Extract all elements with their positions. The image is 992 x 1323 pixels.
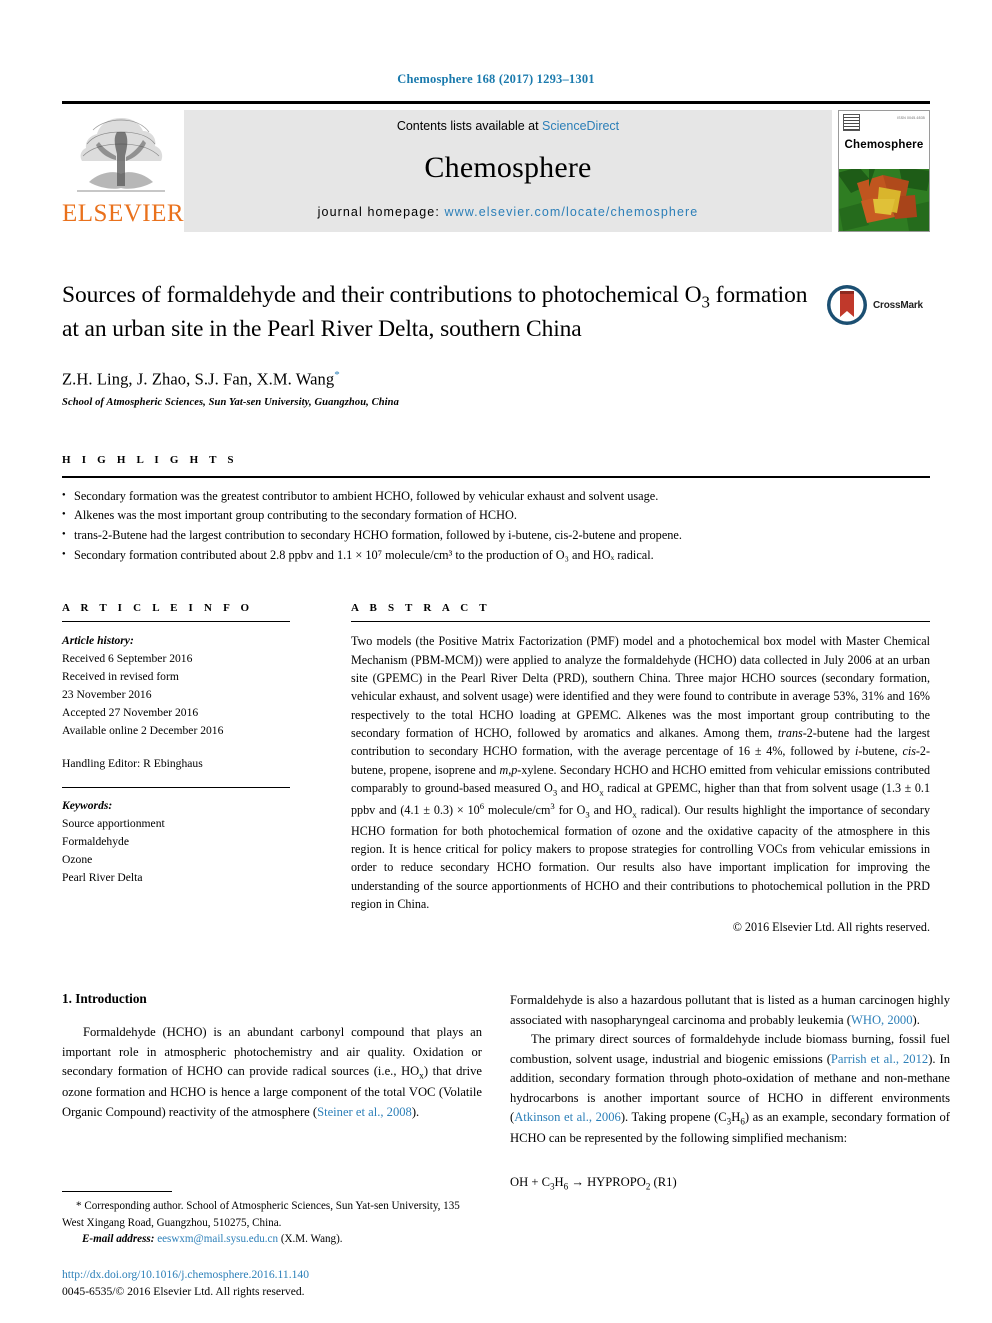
title-block: Sources of formaldehyde and their contri… — [62, 280, 930, 408]
history-line: Accepted 27 November 2016 — [62, 706, 199, 720]
cover-leaves-icon — [839, 169, 929, 231]
body-columns: 1. Introduction Formaldehyde (HCHO) is a… — [62, 991, 950, 1191]
intro-paragraph-1: Formaldehyde (HCHO) is an abundant carbo… — [62, 1025, 482, 1119]
elsevier-tree-icon — [77, 118, 165, 192]
keywords-block: Keywords: Source apportionment Formaldeh… — [62, 797, 307, 887]
running-head: Chemosphere 168 (2017) 1293–1301 — [397, 72, 595, 86]
article-info-rule — [62, 621, 290, 623]
cover-brand-icon — [843, 114, 860, 131]
crossmark-badge[interactable]: CrossMark — [825, 282, 930, 328]
highlights-rule — [62, 475, 930, 478]
highlight-item: Secondary formation was the greatest con… — [62, 487, 930, 507]
corresponding-author-note: * Corresponding author. School of Atmosp… — [62, 1198, 482, 1231]
contents-line: Contents lists available at ScienceDirec… — [184, 110, 832, 133]
email-note: E-mail address: eeswxm@mail.sysu.edu.cn … — [62, 1231, 482, 1247]
title-subscript: 3 — [701, 292, 710, 312]
cover-header: ISSN 0045-6535 — [839, 111, 929, 137]
page-title: Sources of formaldehyde and their contri… — [62, 280, 930, 345]
abstract-copyright: © 2016 Elsevier Ltd. All rights reserved… — [732, 920, 930, 935]
corresponding-author-text: * Corresponding author. School of Atmosp… — [62, 1200, 460, 1229]
crossmark-icon — [827, 285, 867, 325]
article-history: Article history: Received 6 September 20… — [62, 632, 307, 773]
citation-steiner[interactable]: Steiner et al., 2008 — [317, 1105, 412, 1119]
abstract-column: A B S T R A C T Two models (the Positive… — [307, 602, 930, 935]
title-line-1: Sources of formaldehyde and their contri… — [62, 282, 702, 308]
doi-link[interactable]: http://dx.doi.org/10.1016/j.chemosphere.… — [62, 1268, 309, 1281]
keywords-label: Keywords: — [62, 798, 113, 812]
highlight-text: Secondary formation was the greatest con… — [74, 488, 659, 503]
highlight-item: Alkenes was the most important group con… — [62, 506, 930, 526]
homepage-label: journal homepage: — [317, 205, 445, 219]
doi-block: http://dx.doi.org/10.1016/j.chemosphere.… — [62, 1267, 482, 1301]
email-suffix: (X.M. Wang). — [280, 1233, 343, 1245]
cover-journal-name: Chemosphere — [844, 139, 924, 151]
body-column-right: Formaldehyde is also a hazardous polluta… — [510, 991, 950, 1191]
history-line: Received in revised form — [62, 670, 179, 684]
section-heading-introduction: 1. Introduction — [62, 991, 147, 1007]
citation-who[interactable]: WHO, 2000 — [851, 1013, 913, 1027]
journal-cover-thumbnail: ISSN 0045-6535 Chemosphere — [838, 110, 930, 232]
journal-banner: Contents lists available at ScienceDirec… — [184, 110, 832, 232]
highlight-text: trans-2-Butene had the largest contribut… — [74, 528, 682, 543]
body-column-left: 1. Introduction Formaldehyde (HCHO) is a… — [62, 991, 482, 1191]
intro-paragraph-2: Formaldehyde is also a hazardous polluta… — [510, 993, 950, 1027]
affiliation: School of Atmospheric Sciences, Sun Yat-… — [62, 396, 399, 408]
abstract-heading: A B S T R A C T — [351, 602, 491, 615]
citation-atkinson[interactable]: Atkinson et al., 2006 — [514, 1110, 621, 1124]
highlights-heading: H I G H L I G H T S — [62, 453, 238, 466]
history-line: Available online 2 December 2016 — [62, 724, 224, 737]
journal-masthead: ELSEVIER Contents lists available at Sci… — [62, 101, 930, 232]
abstract-rule — [351, 621, 930, 623]
cover-artwork — [839, 169, 929, 231]
crossmark-label: CrossMark — [873, 299, 923, 311]
history-line: 23 November 2016 — [62, 688, 152, 702]
handling-editor: Handling Editor: R Ebinghaus — [62, 756, 203, 770]
reaction-r1: OH + C3H6 → HYPROPO2 (R1) — [510, 1174, 677, 1192]
footnote-rule — [62, 1191, 172, 1193]
contents-prefix: Contents lists available at — [396, 119, 543, 133]
elsevier-wordmark: ELSEVIER — [62, 200, 185, 227]
article-info-heading: A R T I C L E I N F O — [62, 602, 254, 615]
cover-issn: ISSN 0045-6535 — [897, 116, 925, 120]
issn-copyright-line: 0045-6535/© 2016 Elsevier Ltd. All right… — [62, 1285, 305, 1299]
article-history-label: Article history: — [62, 634, 134, 648]
citation-parrish[interactable]: Parrish et al., 2012 — [831, 1052, 928, 1066]
highlight-text: Alkenes was the most important group con… — [74, 508, 517, 523]
elsevier-logo: ELSEVIER — [62, 110, 185, 227]
corresponding-author-marker: * — [334, 369, 340, 382]
journal-homepage-line: journal homepage: www.elsevier.com/locat… — [184, 205, 832, 219]
keywords-rule — [62, 786, 290, 788]
reaction-label: (R1) — [653, 1174, 677, 1189]
footnote-area: * Corresponding author. School of Atmosp… — [62, 1191, 482, 1301]
sciencedirect-link[interactable]: ScienceDirect — [542, 119, 619, 133]
email-label: E-mail address: — [82, 1233, 155, 1245]
article-info-column: A R T I C L E I N F O Article history: R… — [62, 602, 307, 935]
highlight-item: Secondary formation contributed about 2.… — [62, 546, 930, 566]
authors-text: Z.H. Ling, J. Zhao, S.J. Fan, X.M. Wang — [62, 369, 335, 389]
abstract-text: Two models (the Positive Matrix Factoriz… — [351, 634, 931, 911]
homepage-url[interactable]: www.elsevier.com/locate/chemosphere — [444, 205, 698, 219]
history-line: Received 6 September 2016 — [62, 652, 193, 666]
info-abstract-row: A R T I C L E I N F O Article history: R… — [62, 602, 930, 935]
highlights-section: H I G H L I G H T S Secondary formation … — [62, 454, 930, 567]
article-page: Chemosphere 168 (2017) 1293–1301 ELSEVIE… — [0, 0, 992, 1323]
email-link[interactable]: eeswxm@mail.sysu.edu.cn — [157, 1233, 278, 1245]
keyword-item: Source apportionment — [62, 816, 165, 830]
highlight-text: Secondary formation contributed about 2.… — [74, 548, 654, 563]
highlight-item: trans-2-Butene had the largest contribut… — [62, 526, 930, 546]
keyword-item: Ozone — [62, 852, 93, 866]
intro-paragraph-3: The primary direct sources of formaldehy… — [510, 1032, 950, 1146]
keyword-item: Formaldehyde — [62, 834, 129, 848]
author-list: Z.H. Ling, J. Zhao, S.J. Fan, X.M. Wang* — [62, 369, 930, 390]
keyword-item: Pearl River Delta — [62, 870, 143, 884]
highlights-list: Secondary formation was the greatest con… — [62, 487, 930, 567]
journal-title: Chemosphere — [424, 151, 592, 184]
